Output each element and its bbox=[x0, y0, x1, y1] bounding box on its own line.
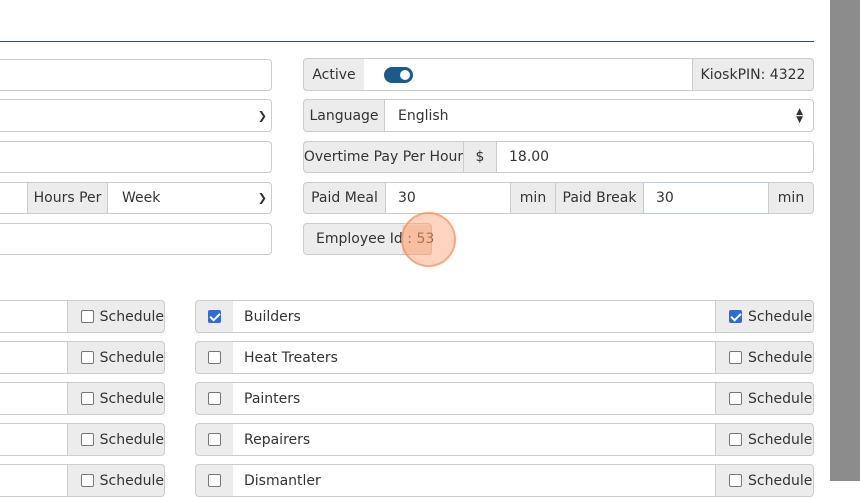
left-text-input-2[interactable] bbox=[0, 141, 272, 173]
language-label: Language bbox=[303, 99, 385, 132]
schedule-label: Schedule bbox=[748, 308, 813, 325]
group-checkbox-cell[interactable] bbox=[195, 300, 234, 333]
schedule-checkbox[interactable] bbox=[81, 310, 94, 323]
schedule-label: Schedule bbox=[748, 349, 813, 366]
currency-symbol: $ bbox=[463, 141, 497, 173]
group-schedule[interactable]: Schedule bbox=[715, 382, 814, 415]
sort-arrows-icon: ▲ ▼ bbox=[796, 106, 803, 125]
hours-per-value: Week bbox=[122, 190, 161, 206]
left-select-1[interactable]: ❯ bbox=[0, 99, 272, 132]
group-schedule[interactable]: Schedule bbox=[715, 341, 814, 374]
schedule-label: Schedule bbox=[99, 308, 164, 325]
language-value: English bbox=[398, 107, 449, 124]
paid-break-label: Paid Break bbox=[555, 182, 644, 214]
overtime-label: Overtime Pay Per Hour bbox=[303, 141, 464, 173]
left-text-input-4[interactable] bbox=[0, 223, 272, 255]
schedule-label: Schedule bbox=[99, 349, 164, 366]
left-group-name-cell bbox=[0, 382, 68, 415]
paid-break-unit: min bbox=[768, 182, 814, 214]
group-schedule[interactable]: Schedule bbox=[715, 423, 814, 456]
left-group-schedule[interactable]: Schedule bbox=[67, 300, 165, 333]
left-group-name-cell bbox=[0, 300, 68, 333]
schedule-checkbox[interactable] bbox=[729, 310, 742, 323]
schedule-checkbox[interactable] bbox=[729, 433, 742, 446]
schedule-checkbox[interactable] bbox=[81, 433, 94, 446]
group-checkbox[interactable] bbox=[208, 351, 221, 364]
paid-meal-label: Paid Meal bbox=[303, 182, 386, 214]
active-toggle-cell[interactable] bbox=[364, 58, 694, 91]
schedule-checkbox[interactable] bbox=[81, 351, 94, 364]
language-select[interactable]: English ▲ ▼ bbox=[384, 99, 814, 132]
schedule-checkbox[interactable] bbox=[729, 392, 742, 405]
paid-meal-input[interactable]: 30 bbox=[385, 182, 511, 214]
chevron-down-icon: ❯ bbox=[257, 191, 267, 205]
group-name: Repairers bbox=[233, 423, 716, 456]
header-divider bbox=[0, 41, 814, 42]
left-group-schedule[interactable]: Schedule bbox=[67, 341, 165, 374]
left-group-name-cell bbox=[0, 423, 68, 456]
left-group-schedule[interactable]: Schedule bbox=[67, 423, 165, 456]
left-group-schedule[interactable]: Schedule bbox=[67, 382, 165, 415]
group-checkbox[interactable] bbox=[208, 310, 221, 323]
active-label: Active bbox=[303, 58, 365, 91]
schedule-label: Schedule bbox=[99, 390, 164, 407]
left-text-input-1[interactable] bbox=[0, 59, 272, 91]
group-checkbox[interactable] bbox=[208, 392, 221, 405]
group-name: Painters bbox=[233, 382, 716, 415]
hours-per-select[interactable]: Week ❯ bbox=[107, 182, 272, 214]
group-schedule[interactable]: Schedule bbox=[715, 300, 814, 333]
active-toggle[interactable] bbox=[384, 67, 413, 83]
group-checkbox-cell[interactable] bbox=[195, 382, 234, 415]
paid-meal-unit: min bbox=[510, 182, 556, 214]
schedule-label: Schedule bbox=[748, 390, 813, 407]
employee-id-label: Employee Id : bbox=[316, 231, 412, 247]
schedule-label: Schedule bbox=[748, 431, 813, 448]
schedule-label: Schedule bbox=[99, 431, 164, 448]
left-text-input-3[interactable] bbox=[0, 182, 28, 214]
scrollbar[interactable] bbox=[830, 0, 860, 481]
kiosk-pin: KioskPIN: 4322 bbox=[692, 58, 814, 91]
click-indicator bbox=[401, 212, 456, 267]
schedule-checkbox[interactable] bbox=[81, 392, 94, 405]
group-checkbox[interactable] bbox=[208, 433, 221, 446]
toggle-knob bbox=[400, 70, 410, 80]
left-group-name-cell bbox=[0, 341, 68, 374]
group-checkbox-cell[interactable] bbox=[195, 423, 234, 456]
group-checkbox-cell[interactable] bbox=[195, 341, 234, 374]
schedule-checkbox[interactable] bbox=[729, 351, 742, 364]
paid-break-input[interactable]: 30 bbox=[643, 182, 769, 214]
overtime-input[interactable]: 18.00 bbox=[496, 141, 814, 173]
group-name: Heat Treaters bbox=[233, 341, 716, 374]
chevron-down-icon: ❯ bbox=[257, 109, 267, 122]
hours-per-label: Hours Per bbox=[27, 182, 108, 214]
group-name: Builders bbox=[233, 300, 716, 333]
